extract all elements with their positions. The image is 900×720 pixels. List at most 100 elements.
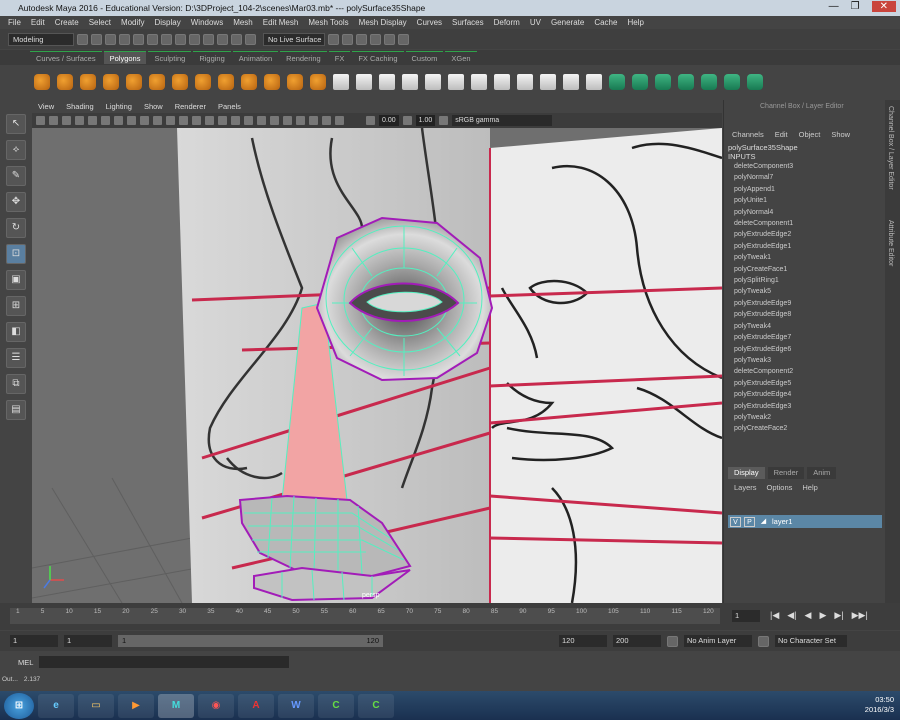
layer-visibility-toggle[interactable]: V	[730, 516, 741, 527]
character-set-select[interactable]: No Character Set	[775, 635, 847, 647]
exposure-icon[interactable]	[366, 116, 375, 125]
bookmark-icon[interactable]	[62, 116, 71, 125]
safe-title-icon[interactable]	[166, 116, 175, 125]
mode-selector[interactable]: Modeling	[8, 32, 74, 46]
poly-platonic-icon[interactable]	[195, 74, 211, 90]
input-node[interactable]: polyExtrudeEdge3	[734, 401, 885, 412]
append-polygon-icon[interactable]	[402, 74, 418, 90]
side-tab-attribute-editor[interactable]: Attribute Editor	[887, 220, 894, 266]
input-node[interactable]: polyNormal4	[734, 207, 885, 218]
lights-icon[interactable]	[231, 116, 240, 125]
menu-cache[interactable]: Cache	[594, 18, 617, 27]
hypershade-icon[interactable]	[398, 33, 409, 45]
target-weld-icon[interactable]	[448, 74, 464, 90]
layer-color-icon[interactable]: ◢	[758, 517, 769, 527]
outliner-mini-button[interactable]: Out...	[2, 676, 18, 683]
side-layout-icon[interactable]: ◧	[6, 322, 26, 342]
render-settings-icon[interactable]	[384, 33, 395, 45]
menu-mesh-tools[interactable]: Mesh Tools	[308, 18, 348, 27]
cb-menu-edit[interactable]: Edit	[775, 130, 788, 139]
input-node[interactable]: deleteComponent3	[734, 161, 885, 172]
poly-plane-icon[interactable]	[126, 74, 142, 90]
exposure-field[interactable]: 0.00	[379, 115, 399, 126]
anti-aliasing-icon[interactable]	[309, 116, 318, 125]
isolate-select-icon[interactable]	[335, 116, 344, 125]
make-live-icon[interactable]	[245, 33, 256, 45]
field-chart-icon[interactable]	[140, 116, 149, 125]
viewport-menu-renderer[interactable]: Renderer	[175, 102, 206, 111]
uv-editor-icon[interactable]	[701, 74, 717, 90]
film-gate-icon[interactable]	[101, 116, 110, 125]
input-node[interactable]: polyTweak2	[734, 412, 885, 423]
viewport-menu-lighting[interactable]: Lighting	[106, 102, 132, 111]
taskbar-folder[interactable]: ▭	[78, 693, 114, 718]
scene-canvas[interactable]: persp	[32, 128, 722, 603]
input-node[interactable]: polyTweak3	[734, 355, 885, 366]
input-node[interactable]: polyExtrudeEdge4	[734, 389, 885, 400]
input-node[interactable]: polyExtrudeEdge2	[734, 229, 885, 240]
shape-name[interactable]: polySurface35Shape	[724, 143, 885, 152]
planar-uv-icon[interactable]	[609, 74, 625, 90]
input-node[interactable]: deleteComponent1	[734, 218, 885, 229]
viewport-3d[interactable]: persp	[32, 128, 722, 603]
motion-blur-icon[interactable]	[296, 116, 305, 125]
camera-select-icon[interactable]	[36, 116, 45, 125]
taskbar-camtasia[interactable]: C	[318, 693, 354, 718]
snap-point-icon[interactable]	[217, 33, 228, 45]
color-management-icon[interactable]	[439, 116, 449, 125]
animation-end-field[interactable]: 200	[613, 635, 661, 647]
taskbar-media[interactable]: ▶	[118, 693, 154, 718]
xray-joints-icon[interactable]	[270, 116, 279, 125]
input-node[interactable]: polyUnite1	[734, 195, 885, 206]
go-to-start-button[interactable]: |◀	[770, 610, 779, 621]
render-icon[interactable]	[356, 33, 367, 45]
input-node[interactable]: polyCreateFace1	[734, 264, 885, 275]
fill-hole-icon[interactable]	[563, 74, 579, 90]
shelf-tab-xgen[interactable]: XGen	[445, 51, 477, 64]
poly-disc-icon[interactable]	[172, 74, 188, 90]
step-forward-key-button[interactable]: ▶|	[834, 610, 843, 621]
grid-toggle-icon[interactable]	[88, 116, 97, 125]
separate-icon[interactable]	[241, 74, 257, 90]
spherical-uv-icon[interactable]	[655, 74, 671, 90]
ipr-render-icon[interactable]	[370, 33, 381, 45]
minimize-button[interactable]: —	[829, 1, 839, 12]
anim-layer-icon[interactable]	[667, 635, 678, 647]
xray-icon[interactable]	[257, 116, 266, 125]
input-node[interactable]: polyExtrudeEdge1	[734, 241, 885, 252]
hypershade-layout-icon[interactable]: ▤	[6, 400, 26, 420]
range-bar[interactable]: 1 120	[118, 635, 383, 647]
input-node[interactable]: deleteComponent2	[734, 366, 885, 377]
menu-mesh[interactable]: Mesh	[233, 18, 253, 27]
step-back-key-button[interactable]: ◀|	[787, 610, 796, 621]
character-set-icon[interactable]	[758, 635, 769, 647]
save-scene-icon[interactable]	[105, 33, 116, 45]
paint-select-icon[interactable]: ✎	[6, 166, 26, 186]
combine-icon[interactable]	[218, 74, 234, 90]
gate-mask-icon[interactable]	[127, 116, 136, 125]
layer-row[interactable]: V P ◢ layer1	[728, 515, 882, 528]
safe-action-icon[interactable]	[153, 116, 162, 125]
menu-modify[interactable]: Modify	[121, 18, 145, 27]
camera-attributes-icon[interactable]	[49, 116, 58, 125]
new-scene-icon[interactable]	[77, 33, 88, 45]
layer-tab-render[interactable]: Render	[767, 467, 805, 479]
menu-help[interactable]: Help	[627, 18, 643, 27]
boolean-icon[interactable]	[287, 74, 303, 90]
input-node[interactable]: polySplitRing1	[734, 275, 885, 286]
system-tray[interactable]: 03:50 2016/3/3	[865, 695, 894, 715]
layer-name[interactable]: layer1	[772, 517, 792, 526]
bevel-icon[interactable]	[379, 74, 395, 90]
viewport-menu-panels[interactable]: Panels	[218, 102, 241, 111]
collapse-icon[interactable]	[586, 74, 602, 90]
taskbar-camtasia-recorder[interactable]: C	[358, 693, 394, 718]
viewport-menu-shading[interactable]: Shading	[66, 102, 94, 111]
input-node[interactable]: polyTweak4	[734, 321, 885, 332]
poly-sphere-icon[interactable]	[34, 74, 50, 90]
start-button[interactable]: ⊞	[4, 692, 34, 719]
taskbar-ie[interactable]: e	[38, 693, 74, 718]
rotate-tool-icon[interactable]: ↻	[6, 218, 26, 238]
menu-create[interactable]: Create	[55, 18, 79, 27]
quad-draw-icon[interactable]	[494, 74, 510, 90]
ambient-occlusion-icon[interactable]	[283, 116, 292, 125]
